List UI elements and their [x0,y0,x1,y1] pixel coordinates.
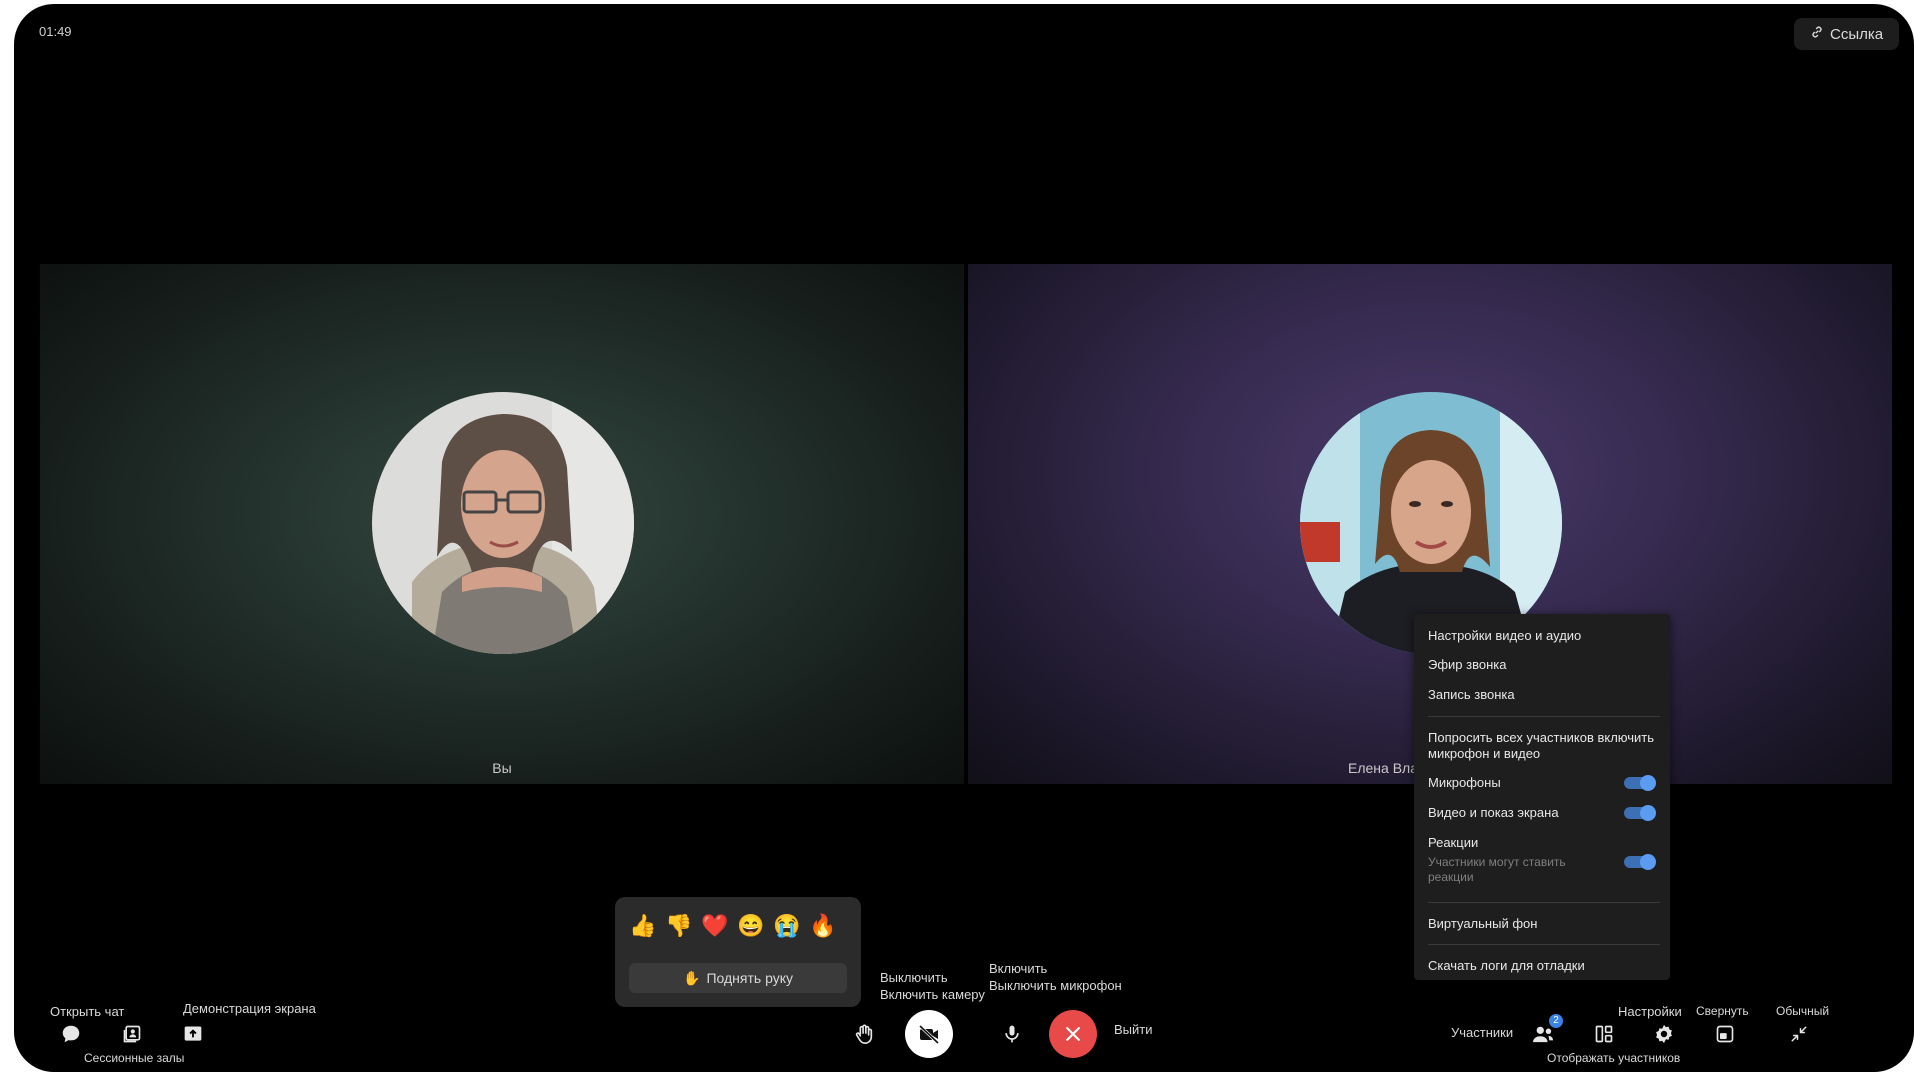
menu-divider [1428,716,1660,717]
layout-grid-icon [1595,1025,1613,1043]
raise-hand-toggle[interactable] [850,1020,878,1048]
toggle-label-video: Видео и показ экрана [1428,805,1559,820]
menu-item-record[interactable]: Запись звонка [1428,687,1656,703]
collapse-icon [1791,1026,1807,1042]
mic-off-label: Выключить микрофон [989,978,1122,993]
participants-icon [1533,1026,1553,1043]
chat-icon [62,1025,80,1043]
reactions-subtitle: Участники могут ставить реакции [1428,855,1566,884]
microphones-toggle[interactable] [1624,775,1656,791]
raise-hand-label: Поднять руку [706,970,793,986]
call-window: 01:49 Ссылка Вы Елена Влади Настройки ви… [14,4,1914,1072]
mic-on-label: Включить [989,961,1048,976]
show-participants-label: Отображать участников [1547,1051,1681,1065]
hand-icon: ✋ [683,969,701,986]
reactions-setting: Реакции Участники могут ставить реакции [1428,835,1656,885]
reactions-panel: 👍 👎 ❤️ 😄 😭 🔥 ✋ Поднять руку [615,897,861,1007]
leave-call-button[interactable] [1049,1010,1097,1058]
toggle-label-microphones: Микрофоны [1428,775,1501,790]
camera-off-icon [918,1024,940,1045]
thumbs-up-icon[interactable]: 👍 [625,911,661,941]
session-rooms-button[interactable] [118,1020,146,1048]
participants-label: Участники [1451,1025,1514,1040]
link-icon [1810,25,1824,43]
picture-in-picture-icon [1716,1025,1734,1043]
participants-count-badge: 2 [1549,1014,1563,1028]
menu-divider [1428,902,1660,903]
participant-tile-self[interactable]: Вы [40,264,964,784]
camera-off-label: Выключить [880,970,948,985]
avatar [372,392,634,654]
reactions-toggle[interactable] [1624,854,1656,870]
menu-item-broadcast[interactable]: Эфир звонка [1428,657,1656,673]
fire-icon[interactable]: 🔥 [805,911,841,941]
gear-icon [1656,1024,1672,1044]
minimize-label: Свернуть [1696,1004,1749,1018]
minimize-button[interactable] [1711,1020,1739,1048]
rooms-icon [123,1025,141,1043]
normal-label: Обычный [1776,1004,1830,1018]
screen-share-button[interactable] [179,1020,207,1048]
menu-item-ask-all[interactable]: Попросить всех участников включить микро… [1428,730,1656,762]
open-chat-label: Открыть чат [50,1004,125,1019]
leave-label: Выйти [1114,1022,1153,1037]
crying-icon[interactable]: 😭 [769,911,805,941]
participant-name: Вы [492,760,512,776]
session-rooms-label: Сессионные залы [84,1051,185,1065]
layout-button[interactable] [1590,1020,1618,1048]
camera-on-label: Включить камеру [880,987,985,1002]
screen-demo-label: Демонстрация экрана [183,1001,316,1016]
video-toggle[interactable] [1624,805,1656,821]
call-timer: 01:49 [39,24,72,39]
close-icon [1066,1027,1080,1041]
exit-fullscreen-button[interactable] [1785,1020,1813,1048]
raise-hand-button[interactable]: ✋ Поднять руку [629,963,847,993]
hand-icon [855,1024,873,1044]
chat-button[interactable] [57,1020,85,1048]
settings-button[interactable] [1650,1020,1678,1048]
toggle-label-reactions: Реакции [1428,835,1479,850]
upload-screen-icon [184,1026,202,1041]
copy-link-button[interactable]: Ссылка [1794,18,1900,50]
emoji-row: 👍 👎 ❤️ 😄 😭 🔥 [625,911,861,941]
settings-menu: Настройки видео и аудио Эфир звонка Запи… [1414,614,1670,980]
menu-item-download-logs[interactable]: Скачать логи для отладки [1428,958,1656,974]
copy-link-label: Ссылка [1830,25,1884,43]
settings-label: Настройки [1618,1004,1682,1019]
heart-icon[interactable]: ❤️ [697,911,733,941]
microphone-toggle-button[interactable] [998,1020,1026,1048]
menu-divider [1428,944,1660,945]
thumbs-down-icon[interactable]: 👎 [661,911,697,941]
menu-item-virtual-background[interactable]: Виртуальный фон [1428,916,1656,932]
smile-icon[interactable]: 😄 [733,911,769,941]
camera-toggle-button[interactable] [905,1010,953,1058]
menu-item-video-audio-settings[interactable]: Настройки видео и аудио [1428,628,1656,644]
participants-button[interactable]: 2 [1529,1014,1563,1048]
microphone-icon [1005,1025,1019,1043]
